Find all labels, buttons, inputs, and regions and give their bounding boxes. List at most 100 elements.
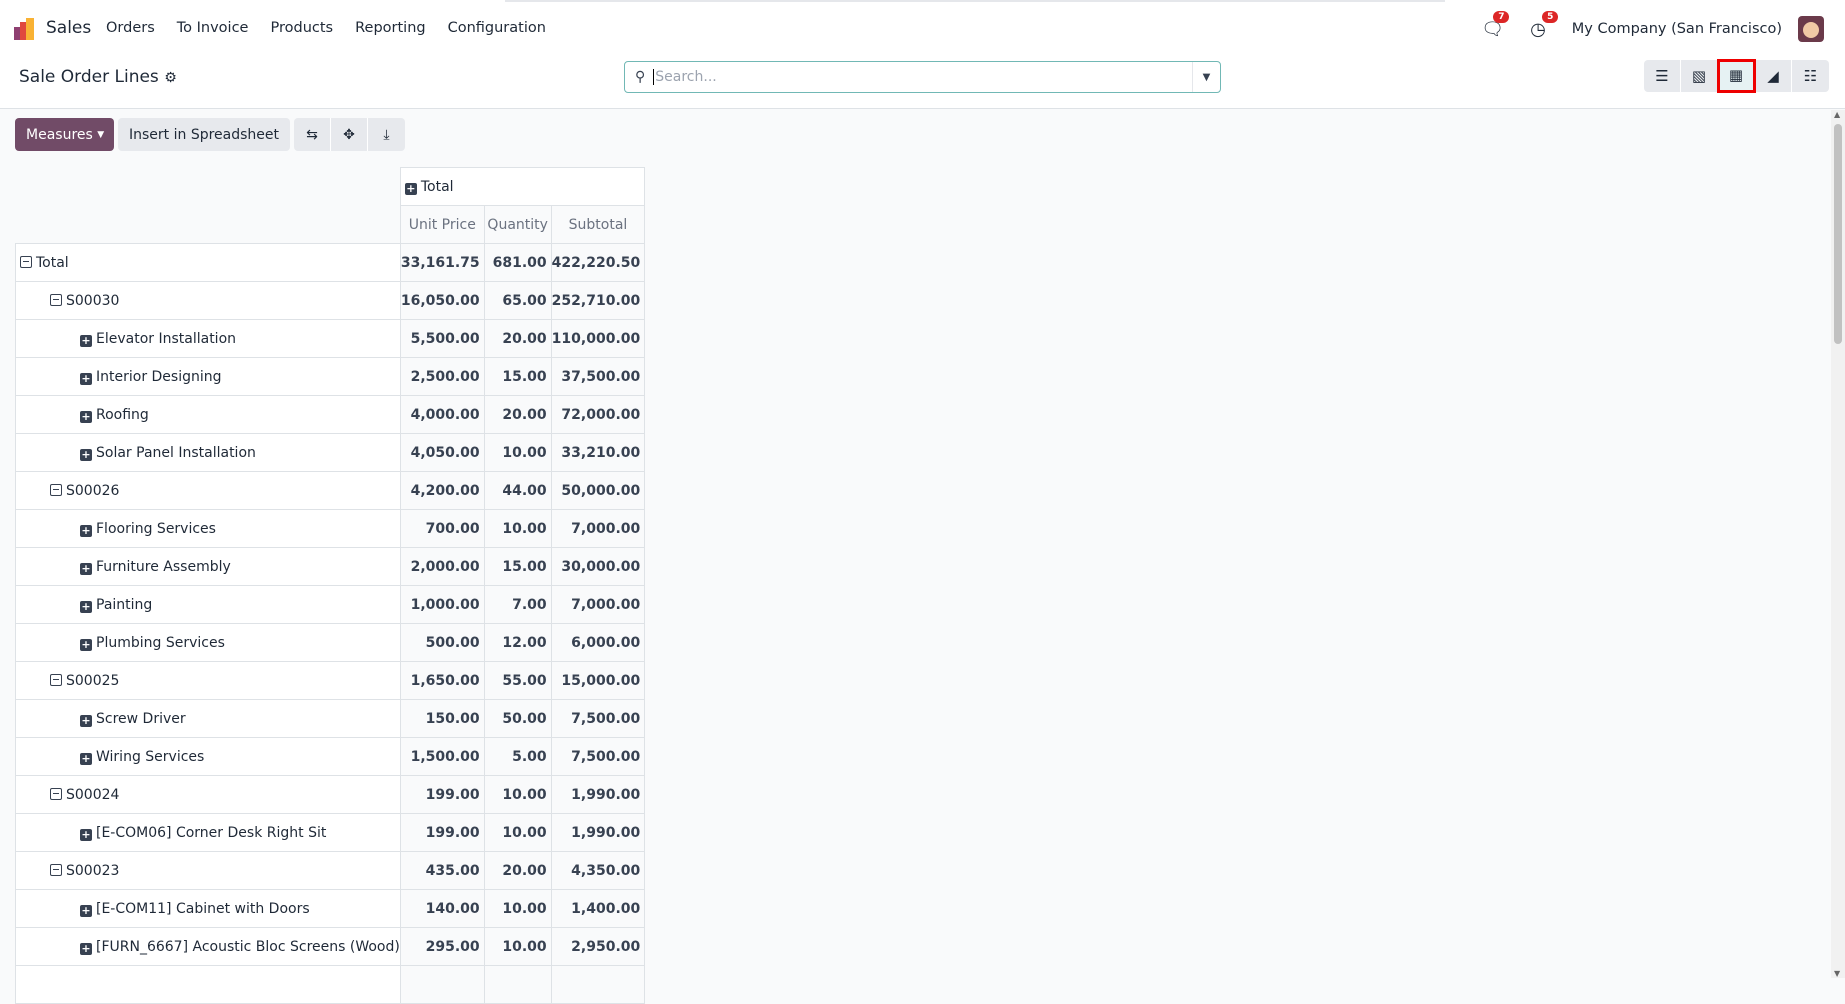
value-cell[interactable]: 15.00 (483, 357, 552, 396)
value-cell[interactable]: 7,500.00 (550, 699, 646, 738)
value-cell[interactable]: 1,990.00 (550, 813, 646, 852)
value-cell[interactable]: 2,950.00 (550, 927, 646, 966)
measure-subtotal[interactable]: Subtotal (550, 205, 646, 244)
expand-all-button[interactable]: ✥ (331, 118, 369, 151)
value-cell[interactable]: 10.00 (483, 775, 552, 814)
value-cell[interactable] (483, 965, 552, 1004)
value-cell[interactable]: 72,000.00 (550, 395, 646, 434)
download-button[interactable]: ⤓ (368, 118, 406, 151)
row-header[interactable]: + Solar Panel Installation (15, 433, 401, 472)
row-header[interactable]: + Plumbing Services (15, 623, 401, 662)
row-header[interactable]: Total (15, 243, 401, 282)
value-cell[interactable]: 7,000.00 (550, 585, 646, 624)
value-cell[interactable]: 252,710.00 (550, 281, 646, 320)
value-cell[interactable]: 33,161.75 (399, 243, 485, 282)
value-cell[interactable]: 4,200.00 (399, 471, 485, 510)
value-cell[interactable]: 1,400.00 (550, 889, 646, 928)
row-header[interactable]: + Screw Driver (15, 699, 401, 738)
value-cell[interactable]: 2,500.00 (399, 357, 485, 396)
activities-button[interactable]: ◷ 5 (1530, 10, 1559, 40)
flip-axis-button[interactable]: ⇆ (294, 118, 332, 151)
value-cell[interactable]: 30,000.00 (550, 547, 646, 586)
menu-configuration[interactable]: Configuration (448, 20, 546, 36)
value-cell[interactable]: 65.00 (483, 281, 552, 320)
row-header[interactable]: S00024 (15, 775, 401, 814)
row-header[interactable]: + Furniture Assembly (15, 547, 401, 586)
value-cell[interactable]: 44.00 (483, 471, 552, 510)
value-cell[interactable]: 5.00 (483, 737, 552, 776)
value-cell[interactable]: 140.00 (399, 889, 485, 928)
graph-view-button[interactable]: ◢ (1755, 60, 1792, 92)
measure-quantity[interactable]: Quantity (483, 205, 552, 244)
value-cell[interactable]: 16,050.00 (399, 281, 485, 320)
value-cell[interactable]: 199.00 (399, 775, 485, 814)
value-cell[interactable]: 50,000.00 (550, 471, 646, 510)
row-header[interactable] (15, 965, 401, 1004)
search-bar[interactable]: ⚲ Search... ▼ (624, 61, 1221, 93)
value-cell[interactable]: 20.00 (483, 851, 552, 890)
row-header[interactable]: + [E-COM06] Corner Desk Right Sit (15, 813, 401, 852)
app-name[interactable]: Sales (46, 18, 91, 38)
search-options-toggle[interactable]: ▼ (1192, 62, 1220, 92)
scroll-up-icon[interactable]: ▲ (1834, 110, 1840, 119)
calendar-view-button[interactable]: ☷ (1792, 60, 1829, 92)
value-cell[interactable]: 7,500.00 (550, 737, 646, 776)
insert-spreadsheet-button[interactable]: Insert in Spreadsheet (118, 118, 291, 151)
row-header[interactable]: S00026 (15, 471, 401, 510)
row-header[interactable]: + Flooring Services (15, 509, 401, 548)
row-header[interactable]: + [FURN_6667] Acoustic Bloc Screens (Wood… (15, 927, 401, 966)
value-cell[interactable] (399, 965, 485, 1004)
search-input[interactable]: Search... (653, 69, 1192, 85)
user-avatar[interactable] (1798, 16, 1824, 42)
value-cell[interactable]: 1,500.00 (399, 737, 485, 776)
value-cell[interactable]: 7.00 (483, 585, 552, 624)
value-cell[interactable]: 295.00 (399, 927, 485, 966)
sales-app-logo-icon[interactable] (14, 18, 36, 40)
value-cell[interactable] (550, 965, 646, 1004)
value-cell[interactable]: 4,350.00 (550, 851, 646, 890)
list-view-button[interactable]: ☰ (1644, 60, 1681, 92)
row-header[interactable]: + Painting (15, 585, 401, 624)
menu-products[interactable]: Products (270, 20, 333, 36)
row-header[interactable]: + Elevator Installation (15, 319, 401, 358)
row-header[interactable]: S00023 (15, 851, 401, 890)
value-cell[interactable]: 2,000.00 (399, 547, 485, 586)
company-switcher[interactable]: My Company (San Francisco) (1572, 21, 1782, 37)
scroll-down-icon[interactable]: ▼ (1834, 969, 1840, 978)
value-cell[interactable]: 7,000.00 (550, 509, 646, 548)
row-header[interactable]: S00030 (15, 281, 401, 320)
value-cell[interactable]: 20.00 (483, 395, 552, 434)
messages-button[interactable]: 🗨 7 (1481, 10, 1510, 40)
value-cell[interactable]: 10.00 (483, 813, 552, 852)
value-cell[interactable]: 37,500.00 (550, 357, 646, 396)
row-header[interactable]: S00025 (15, 661, 401, 700)
value-cell[interactable]: 435.00 (399, 851, 485, 890)
value-cell[interactable]: 10.00 (483, 433, 552, 472)
value-cell[interactable]: 12.00 (483, 623, 552, 662)
value-cell[interactable]: 10.00 (483, 889, 552, 928)
kanban-view-button[interactable]: ▧ (1681, 60, 1718, 92)
scrollbar-thumb[interactable] (1834, 124, 1842, 344)
value-cell[interactable]: 199.00 (399, 813, 485, 852)
value-cell[interactable]: 55.00 (483, 661, 552, 700)
value-cell[interactable]: 20.00 (483, 319, 552, 358)
value-cell[interactable]: 4,050.00 (399, 433, 485, 472)
value-cell[interactable]: 15,000.00 (550, 661, 646, 700)
menu-to-invoice[interactable]: To Invoice (177, 20, 249, 36)
gear-icon[interactable]: ⚙ (164, 70, 177, 86)
value-cell[interactable]: 1,650.00 (399, 661, 485, 700)
row-header[interactable]: + Wiring Services (15, 737, 401, 776)
menu-reporting[interactable]: Reporting (355, 20, 426, 36)
value-cell[interactable]: 681.00 (483, 243, 552, 282)
value-cell[interactable]: 10.00 (483, 927, 552, 966)
col-header-total[interactable]: + Total (399, 167, 646, 206)
value-cell[interactable]: 150.00 (399, 699, 485, 738)
menu-orders[interactable]: Orders (106, 20, 155, 36)
value-cell[interactable]: 110,000.00 (550, 319, 646, 358)
value-cell[interactable]: 4,000.00 (399, 395, 485, 434)
value-cell[interactable]: 15.00 (483, 547, 552, 586)
value-cell[interactable]: 700.00 (399, 509, 485, 548)
value-cell[interactable]: 50.00 (483, 699, 552, 738)
value-cell[interactable]: 10.00 (483, 509, 552, 548)
row-header[interactable]: + Roofing (15, 395, 401, 434)
